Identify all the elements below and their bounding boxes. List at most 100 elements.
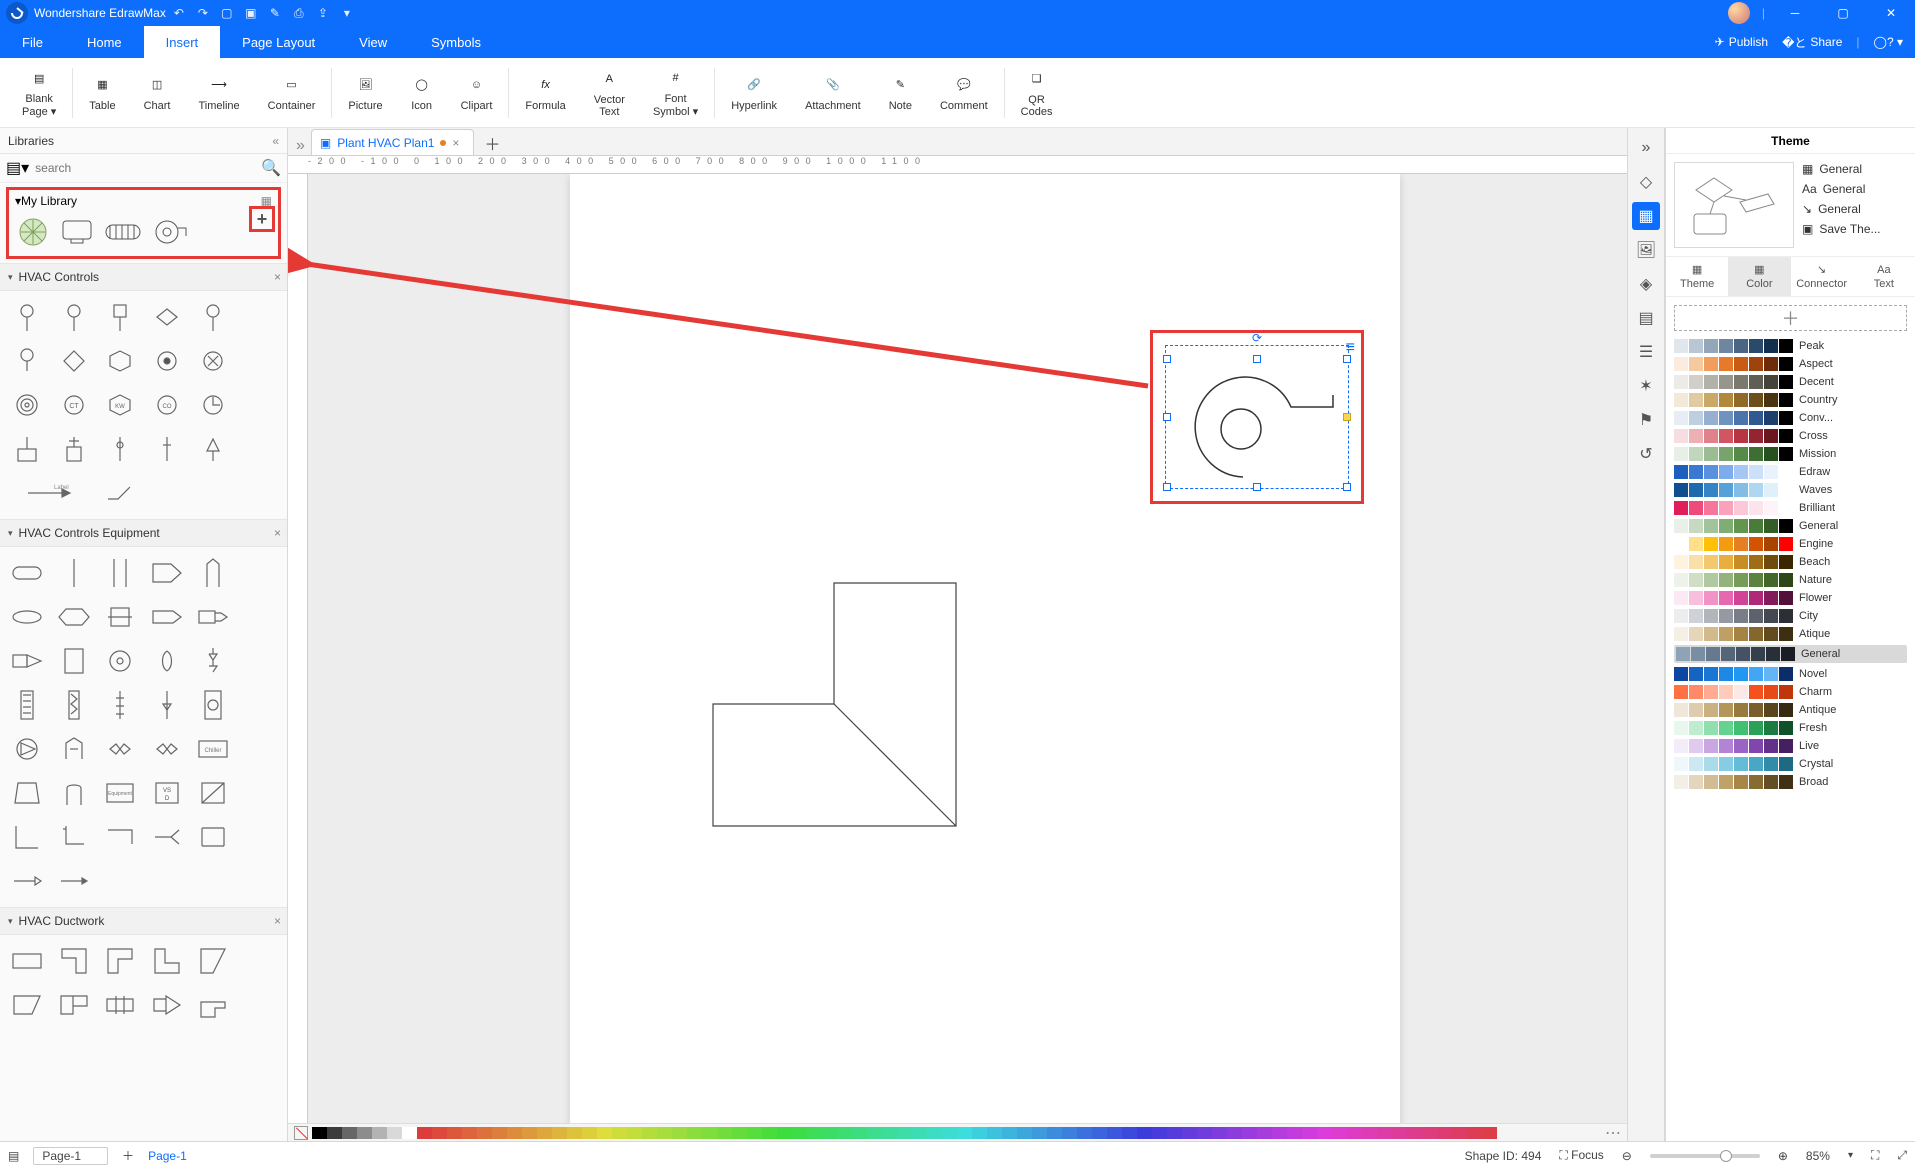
close-tab-icon[interactable]: × xyxy=(452,136,459,150)
color-swatch[interactable] xyxy=(1002,1127,1017,1139)
menu-file[interactable]: File xyxy=(0,26,65,58)
mylib-shape-coil[interactable] xyxy=(105,221,141,243)
rail-layers-icon[interactable]: ◈ xyxy=(1632,270,1660,298)
color-swatch[interactable] xyxy=(552,1127,567,1139)
rail-image-icon[interactable]: 🖼 xyxy=(1632,236,1660,264)
subtab-text[interactable]: AaText xyxy=(1853,257,1915,296)
shape[interactable]: VSD xyxy=(146,773,189,813)
ribbon-formula[interactable]: fxFormula xyxy=(511,64,579,122)
scheme-conv...[interactable]: Conv... xyxy=(1674,411,1907,425)
color-swatch[interactable] xyxy=(867,1127,882,1139)
scheme-crystal[interactable]: Crystal xyxy=(1674,757,1907,771)
shape[interactable] xyxy=(53,773,96,813)
shape[interactable] xyxy=(6,773,49,813)
section-hvac-controls[interactable]: ▾HVAC Controls× xyxy=(0,263,287,291)
color-swatch[interactable] xyxy=(777,1127,792,1139)
save-icon[interactable]: ✎ xyxy=(268,6,282,20)
color-swatch[interactable] xyxy=(672,1127,687,1139)
color-swatch[interactable] xyxy=(1047,1127,1062,1139)
ribbon-hyperlink[interactable]: 🔗Hyperlink xyxy=(717,64,791,122)
color-swatch[interactable] xyxy=(342,1127,357,1139)
shape[interactable] xyxy=(146,941,189,981)
shape[interactable] xyxy=(53,297,96,337)
menu-symbols[interactable]: Symbols xyxy=(409,26,503,58)
shape[interactable] xyxy=(239,817,282,857)
shape[interactable] xyxy=(53,641,96,681)
color-swatch[interactable] xyxy=(1032,1127,1047,1139)
close-section-icon[interactable]: × xyxy=(274,526,281,540)
scheme-waves[interactable]: Waves xyxy=(1674,483,1907,497)
color-swatch[interactable] xyxy=(327,1127,342,1139)
color-swatch[interactable] xyxy=(597,1127,612,1139)
color-swatch[interactable] xyxy=(1062,1127,1077,1139)
shape[interactable] xyxy=(239,941,282,981)
color-swatch[interactable] xyxy=(432,1127,447,1139)
quick-general-2[interactable]: AaGeneral xyxy=(1802,182,1907,196)
library-menu-icon[interactable]: ▤▾ xyxy=(6,158,29,178)
color-swatch[interactable] xyxy=(1122,1127,1137,1139)
shape[interactable] xyxy=(192,773,235,813)
shape[interactable]: Label xyxy=(6,473,95,513)
color-swatch[interactable] xyxy=(1437,1127,1452,1139)
shape[interactable] xyxy=(192,941,235,981)
expand-right-rail-icon[interactable]: » xyxy=(296,137,305,155)
color-swatch[interactable] xyxy=(537,1127,552,1139)
export-icon[interactable]: ⇪ xyxy=(316,6,330,20)
shape[interactable] xyxy=(6,341,49,381)
shape[interactable] xyxy=(192,685,235,725)
scheme-beach[interactable]: Beach xyxy=(1674,555,1907,569)
shape[interactable] xyxy=(99,341,142,381)
minimize-button[interactable]: ─ xyxy=(1777,0,1813,26)
rail-history-icon[interactable]: ↺ xyxy=(1632,440,1660,468)
shape[interactable] xyxy=(239,341,282,381)
shape[interactable] xyxy=(99,685,142,725)
color-swatch[interactable] xyxy=(387,1127,402,1139)
shape[interactable] xyxy=(53,553,96,593)
rail-tag-icon[interactable]: ⚑ xyxy=(1632,406,1660,434)
color-swatch[interactable] xyxy=(927,1127,942,1139)
color-swatch[interactable] xyxy=(1227,1127,1242,1139)
shape[interactable] xyxy=(192,429,235,469)
color-swatch[interactable] xyxy=(1302,1127,1317,1139)
scheme-city[interactable]: City xyxy=(1674,609,1907,623)
color-swatch[interactable] xyxy=(717,1127,732,1139)
add-scheme-button[interactable]: ＋ xyxy=(1674,305,1907,331)
color-swatch[interactable] xyxy=(582,1127,597,1139)
shape[interactable] xyxy=(192,297,235,337)
scheme-general[interactable]: General xyxy=(1674,519,1907,533)
color-swatch[interactable] xyxy=(1347,1127,1362,1139)
shape[interactable] xyxy=(6,861,49,901)
page-link[interactable]: Page-1 xyxy=(148,1149,187,1163)
shape[interactable] xyxy=(53,985,96,1025)
scheme-peak[interactable]: Peak xyxy=(1674,339,1907,353)
color-swatch[interactable] xyxy=(687,1127,702,1139)
new-icon[interactable]: ▢ xyxy=(220,6,234,20)
shape[interactable] xyxy=(99,297,142,337)
scheme-edraw[interactable]: Edraw xyxy=(1674,465,1907,479)
color-swatch[interactable] xyxy=(1182,1127,1197,1139)
shape[interactable] xyxy=(99,985,142,1025)
color-swatch[interactable] xyxy=(447,1127,462,1139)
shape[interactable] xyxy=(6,685,49,725)
library-search-input[interactable] xyxy=(35,161,255,175)
scheme-brilliant[interactable]: Brilliant xyxy=(1674,501,1907,515)
color-swatch[interactable] xyxy=(1137,1127,1152,1139)
no-fill-icon[interactable] xyxy=(294,1126,308,1140)
shape[interactable] xyxy=(239,773,282,813)
color-swatch[interactable] xyxy=(1287,1127,1302,1139)
scheme-general2[interactable]: General xyxy=(1674,645,1907,663)
shape[interactable] xyxy=(192,385,235,425)
ribbon-qr[interactable]: ❏QR Codes xyxy=(1007,64,1067,122)
shape[interactable] xyxy=(239,297,282,337)
shape[interactable] xyxy=(99,641,142,681)
shape[interactable] xyxy=(146,685,189,725)
color-swatch[interactable] xyxy=(567,1127,582,1139)
close-section-icon[interactable]: × xyxy=(274,914,281,928)
menu-insert[interactable]: Insert xyxy=(144,26,221,58)
shape[interactable] xyxy=(239,385,282,425)
color-swatch[interactable] xyxy=(1092,1127,1107,1139)
shape[interactable] xyxy=(6,941,49,981)
color-swatch[interactable] xyxy=(1197,1127,1212,1139)
ribbon-chart[interactable]: ◫Chart xyxy=(130,64,185,122)
drawing-page[interactable] xyxy=(570,174,1400,1123)
